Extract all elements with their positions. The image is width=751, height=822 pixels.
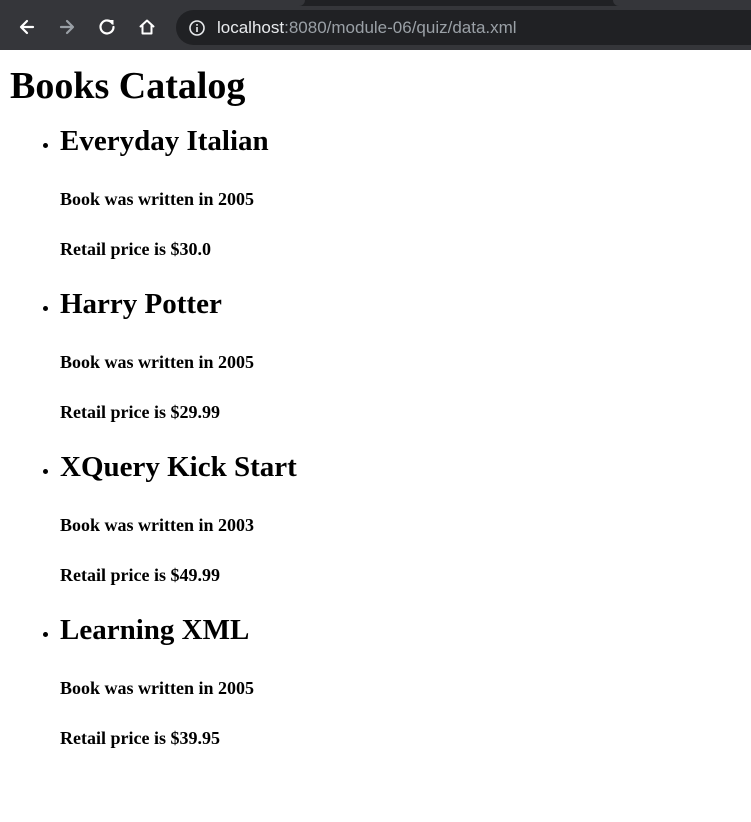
forward-button[interactable] — [52, 12, 82, 42]
url-path: :8080/module-06/quiz/data.xml — [284, 17, 517, 37]
back-button[interactable] — [12, 12, 42, 42]
book-year: Book was written in 2005 — [60, 352, 255, 372]
arrow-right-icon — [59, 19, 75, 35]
book-price: Retail price is $29.99 — [60, 402, 220, 422]
address-bar[interactable]: localhost:8080/module-06/quiz/data.xml — [176, 10, 751, 45]
book-item: Harry Potter Book was written in 2005 Re… — [60, 287, 741, 423]
page-content: Books Catalog Everyday Italian Book was … — [0, 64, 751, 749]
book-price: Retail price is $30.0 — [60, 239, 211, 259]
page-title: Books Catalog — [10, 65, 246, 107]
home-button[interactable] — [132, 12, 162, 42]
url-host: localhost — [217, 17, 285, 37]
book-title: Harry Potter — [60, 288, 222, 320]
book-item: XQuery Kick Start Book was written in 20… — [60, 450, 741, 586]
browser-tab[interactable] — [0, 0, 305, 6]
book-year: Book was written in 2003 — [60, 515, 255, 535]
tab-strip — [0, 0, 751, 6]
info-icon[interactable] — [188, 19, 206, 37]
book-item: Learning XML Book was written in 2005 Re… — [60, 613, 741, 749]
book-year: Book was written in 2005 — [60, 189, 255, 209]
url-text[interactable]: localhost:8080/module-06/quiz/data.xml — [217, 18, 517, 38]
book-item: Everyday Italian Book was written in 200… — [60, 124, 741, 260]
reload-icon — [99, 19, 115, 35]
browser-toolbar: localhost:8080/module-06/quiz/data.xml — [0, 0, 751, 50]
book-title: Learning XML — [60, 614, 250, 646]
book-list: Everyday Italian Book was written in 200… — [10, 124, 741, 749]
home-icon — [139, 19, 155, 35]
browser-tab[interactable] — [613, 0, 751, 6]
book-price: Retail price is $39.95 — [60, 728, 220, 748]
book-year: Book was written in 2005 — [60, 678, 255, 698]
arrow-left-icon — [19, 19, 35, 35]
reload-button[interactable] — [92, 12, 122, 42]
book-title: Everyday Italian — [60, 125, 269, 157]
book-title: XQuery Kick Start — [60, 451, 297, 483]
book-price: Retail price is $49.99 — [60, 565, 220, 585]
